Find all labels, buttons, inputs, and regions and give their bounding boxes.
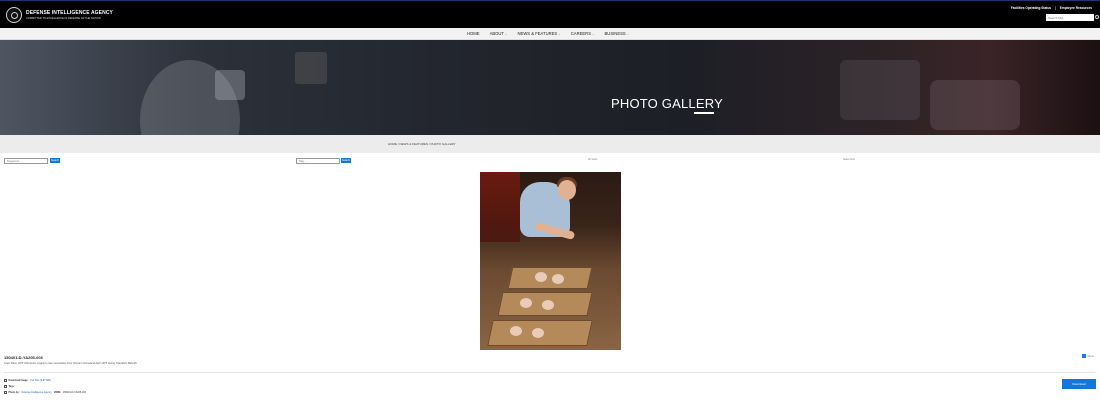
hero-image-detail (295, 52, 327, 84)
util-separator: | (1054, 6, 1056, 10)
hero-banner: PHOTO GALLERY (0, 40, 1100, 135)
facilities-status-link[interactable]: Facilities Operating Status (1011, 6, 1051, 10)
utility-links: Facilities Operating Status | Employee R… (1008, 6, 1092, 10)
photo-infant-shape (535, 272, 547, 282)
tag-search-input[interactable] (296, 158, 340, 164)
photo-infant-shape (532, 328, 544, 338)
meta-label: VIRIN: (53, 391, 61, 394)
chevron-down-icon: ⌄ (505, 31, 508, 36)
nav-label: NEWS & FEATURES (517, 31, 558, 36)
item-select[interactable]: Select Item (843, 158, 855, 161)
nav-label: CAREERS (570, 31, 591, 36)
meta-label: Photo by: (8, 391, 20, 394)
hero-image-detail (930, 80, 1020, 130)
tag-search-button[interactable]: Search (341, 158, 351, 163)
nav-label: ABOUT (489, 31, 504, 36)
site-search-input[interactable] (1046, 14, 1094, 21)
chevron-down-icon: ⌄ (626, 31, 630, 36)
share-label: Share (1087, 354, 1094, 358)
nav-item-business[interactable]: BUSINESS ⌄ (605, 31, 630, 36)
photo-head-shape (558, 180, 576, 200)
photo-infant-shape (510, 326, 522, 336)
agency-name[interactable]: DEFENSE INTELLIGENCE AGENCY (26, 10, 113, 16)
keyword-search-input[interactable] (4, 158, 48, 164)
nav-item-about[interactable]: ABOUT ⌄ (490, 31, 508, 36)
tags-row: Tags: (4, 385, 17, 388)
photo-by-row: Photo by: Defense Intelligence Agency VI… (4, 391, 86, 394)
download-image-row: Download Image: Full Size (6.87 MB) (4, 379, 51, 382)
chevron-down-icon: ⌄ (592, 31, 595, 36)
breadcrumb-bar: HOME / NEWS & FEATURES / PHOTO GALLERY (0, 135, 1100, 153)
virin-value: 150401-D-YA205-003 (62, 391, 86, 394)
chevron-down-icon: ⌄ (558, 31, 561, 36)
download-button[interactable]: Download (1062, 379, 1096, 389)
keyword-search-button[interactable]: Search (50, 158, 60, 163)
photo-id: 150401-D-YA205-003 (4, 355, 43, 360)
breadcrumb[interactable]: HOME / NEWS & FEATURES / PHOTO GALLERY (388, 142, 456, 146)
photo-background-shape (480, 172, 520, 242)
photo-caption: Crew Race 1975 Volunteers organize care … (4, 362, 138, 365)
search-icon[interactable] (1095, 15, 1099, 19)
nav-item-careers[interactable]: CAREERS ⌄ (571, 31, 595, 36)
agency-tagline: COMMITTED TO EXCELLENCE IN DEFENSE OF TH… (26, 17, 101, 20)
photo-by-link[interactable]: Defense Intelligence Agency (22, 391, 52, 394)
gallery-photo[interactable] (480, 172, 621, 350)
full-size-link[interactable]: Full Size (6.87 MB) (30, 379, 50, 382)
hero-image-detail (215, 70, 245, 100)
hero-image-detail (840, 60, 920, 120)
facebook-icon (1082, 354, 1087, 358)
nav-item-home[interactable]: HOME (467, 31, 480, 36)
divider (4, 372, 1096, 373)
page-title: PHOTO GALLERY (611, 96, 723, 111)
year-select[interactable]: All Years (588, 158, 597, 161)
photo-box-shape (507, 267, 593, 289)
photo-infant-shape (552, 274, 564, 284)
share-button[interactable]: Share (1082, 354, 1094, 358)
nav-item-news-features[interactable]: NEWS & FEATURES ⌄ (518, 31, 561, 36)
tag-icon (4, 385, 7, 388)
agency-seal-icon[interactable] (6, 7, 22, 23)
camera-icon (4, 391, 7, 394)
meta-label: Download Image: (8, 379, 29, 382)
download-icon (4, 379, 7, 382)
main-nav: HOME ABOUT ⌄ NEWS & FEATURES ⌄ CAREERS ⌄ BU… (0, 28, 1100, 40)
meta-label: Tags: (8, 385, 15, 388)
nav-label: HOME (467, 31, 480, 36)
top-header: DEFENSE INTELLIGENCE AGENCY COMMITTED TO… (0, 0, 1100, 28)
employee-resources-link[interactable]: Employee Resources (1060, 6, 1092, 10)
photo-infant-shape (542, 300, 554, 310)
title-underline (694, 112, 714, 114)
nav-label: BUSINESS (604, 31, 626, 36)
photo-infant-shape (520, 298, 532, 308)
